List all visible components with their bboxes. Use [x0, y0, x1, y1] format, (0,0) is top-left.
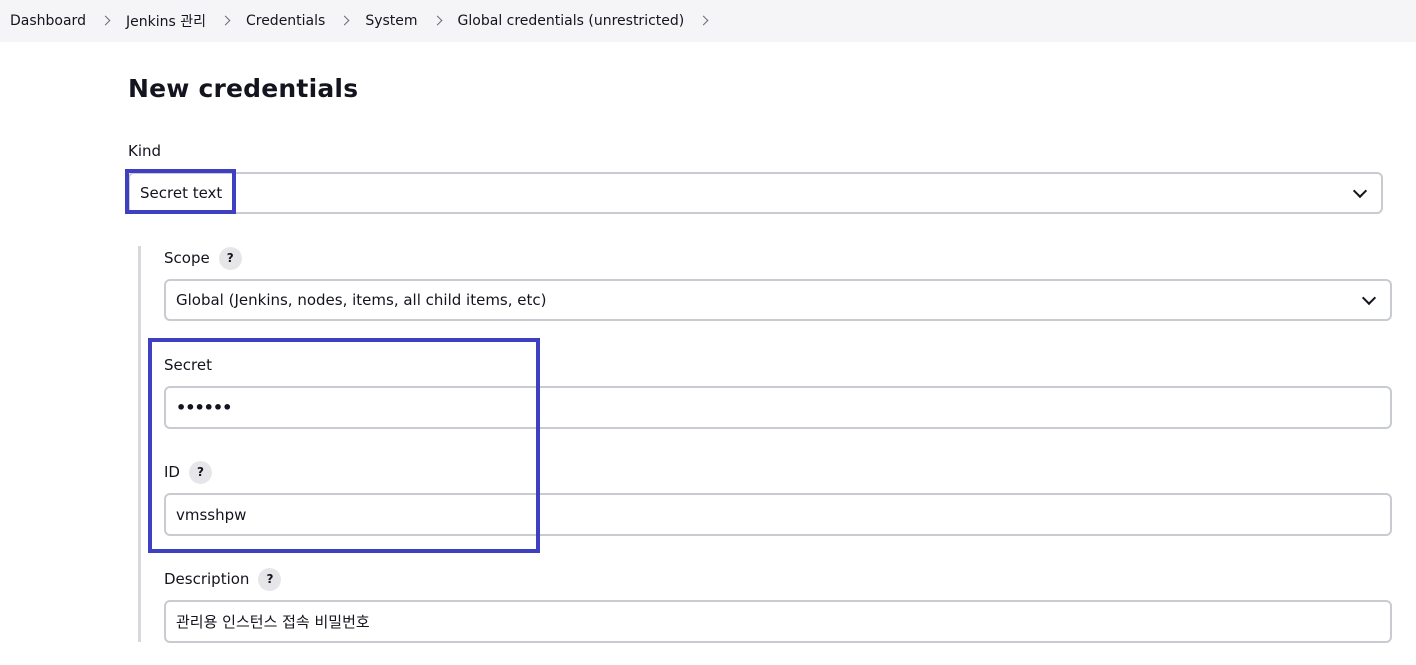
chevron-down-icon: [1352, 183, 1368, 199]
id-help-icon[interactable]: ?: [188, 460, 212, 484]
scope-help-icon[interactable]: ?: [218, 246, 242, 270]
scope-select[interactable]: Global (Jenkins, nodes, items, all child…: [164, 279, 1392, 321]
description-input[interactable]: 관리용 인스턴스 접속 비밀번호: [164, 600, 1392, 643]
chevron-down-icon: [1361, 290, 1377, 306]
breadcrumb-global-credentials[interactable]: Global credentials (unrestricted): [458, 13, 685, 29]
chevron-right-icon: [86, 14, 126, 28]
nested-section-bar: [138, 246, 141, 642]
secret-label-text: Secret: [164, 356, 212, 374]
kind-select[interactable]: Secret text: [128, 172, 1383, 214]
id-label-text: ID: [164, 463, 180, 481]
description-help-icon[interactable]: ?: [258, 567, 282, 591]
description-input-value: 관리용 인스턴스 접속 비밀번호: [176, 613, 370, 631]
id-input[interactable]: vmsshpw: [164, 493, 1392, 536]
kind-label: Kind: [128, 141, 161, 161]
breadcrumb-credentials[interactable]: Credentials: [246, 13, 325, 29]
kind-label-text: Kind: [128, 142, 162, 160]
description-label: Description ?: [164, 567, 282, 591]
chevron-right-icon: [418, 14, 458, 28]
chevron-right-icon[interactable]: [684, 14, 724, 28]
scope-select-value: Global (Jenkins, nodes, items, all child…: [176, 291, 547, 309]
breadcrumb-system[interactable]: System: [365, 13, 417, 29]
secret-input[interactable]: ••••••: [164, 386, 1392, 429]
secret-input-value: ••••••: [176, 398, 232, 417]
id-label: ID ?: [164, 460, 212, 484]
chevron-right-icon: [206, 14, 246, 28]
secret-label: Secret: [164, 355, 212, 375]
chevron-right-icon: [325, 14, 365, 28]
description-label-text: Description: [164, 570, 250, 588]
breadcrumb-jenkins-manage[interactable]: Jenkins 관리: [126, 11, 206, 31]
breadcrumb-dashboard[interactable]: Dashboard: [10, 13, 86, 29]
kind-select-value: Secret text: [140, 184, 223, 202]
breadcrumb: Dashboard Jenkins 관리 Credentials System …: [0, 11, 724, 31]
scope-label: Scope ?: [164, 246, 242, 270]
page-title: New credentials: [128, 74, 359, 103]
breadcrumb-bar: Dashboard Jenkins 관리 Credentials System …: [0, 0, 1416, 42]
id-input-value: vmsshpw: [176, 505, 247, 524]
scope-label-text: Scope: [164, 249, 210, 267]
